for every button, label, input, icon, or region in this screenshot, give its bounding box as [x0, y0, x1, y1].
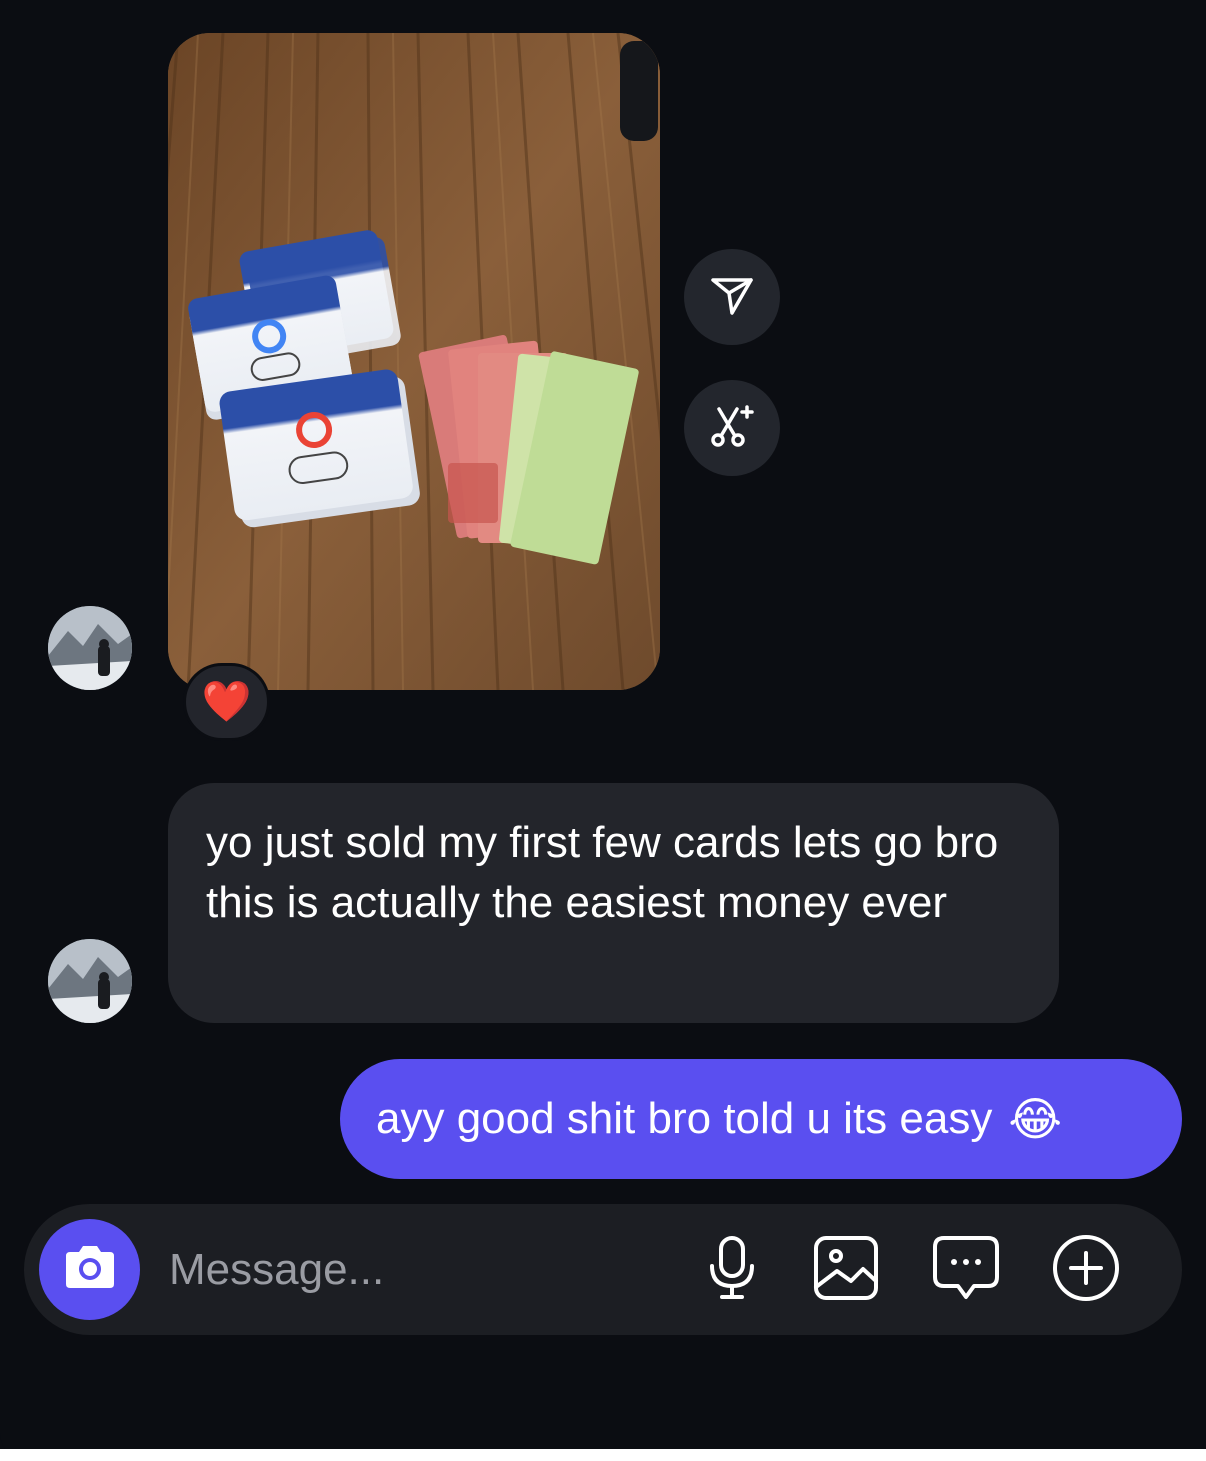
- share-button[interactable]: [684, 249, 780, 345]
- reaction-badge[interactable]: ❤️: [183, 663, 270, 741]
- sticker-button[interactable]: [930, 1234, 1002, 1306]
- message-composer: [24, 1204, 1182, 1335]
- share-icon: [708, 271, 756, 324]
- camera-icon: [62, 1244, 118, 1295]
- screen-bottom-edge: [0, 1449, 1206, 1461]
- photo-image: [168, 33, 660, 690]
- incoming-message-bubble[interactable]: yo just sold my first few cards lets go …: [168, 783, 1059, 1023]
- chat-screen: ❤️ yo just sold my first few cards lets …: [0, 0, 1206, 1461]
- ai-edit-icon: [707, 401, 757, 456]
- avatar-image: [48, 606, 132, 690]
- message-input[interactable]: [169, 1242, 669, 1298]
- voice-message-button[interactable]: [696, 1234, 768, 1306]
- incoming-message-text: yo just sold my first few cards lets go …: [206, 818, 999, 927]
- more-options-button[interactable]: [1050, 1234, 1122, 1306]
- avatar-image: [48, 939, 132, 1023]
- camera-button[interactable]: [39, 1219, 140, 1320]
- photo-message[interactable]: [168, 33, 660, 690]
- heart-reaction: ❤️: [201, 680, 252, 724]
- laughing-emoji: 😂: [1008, 1093, 1063, 1145]
- microphone-icon: [702, 1234, 762, 1307]
- avatar[interactable]: [48, 606, 132, 690]
- outgoing-message-text: ayy good shit bro told u its easy: [376, 1094, 993, 1143]
- gallery-button[interactable]: [810, 1234, 882, 1306]
- ai-edit-button[interactable]: [684, 380, 780, 476]
- outgoing-message-bubble[interactable]: ayy good shit bro told u its easy 😂: [340, 1059, 1182, 1179]
- plus-icon: [1051, 1233, 1121, 1308]
- gallery-icon: [813, 1235, 879, 1306]
- avatar[interactable]: [48, 939, 132, 1023]
- sticker-chat-icon: [932, 1235, 1000, 1306]
